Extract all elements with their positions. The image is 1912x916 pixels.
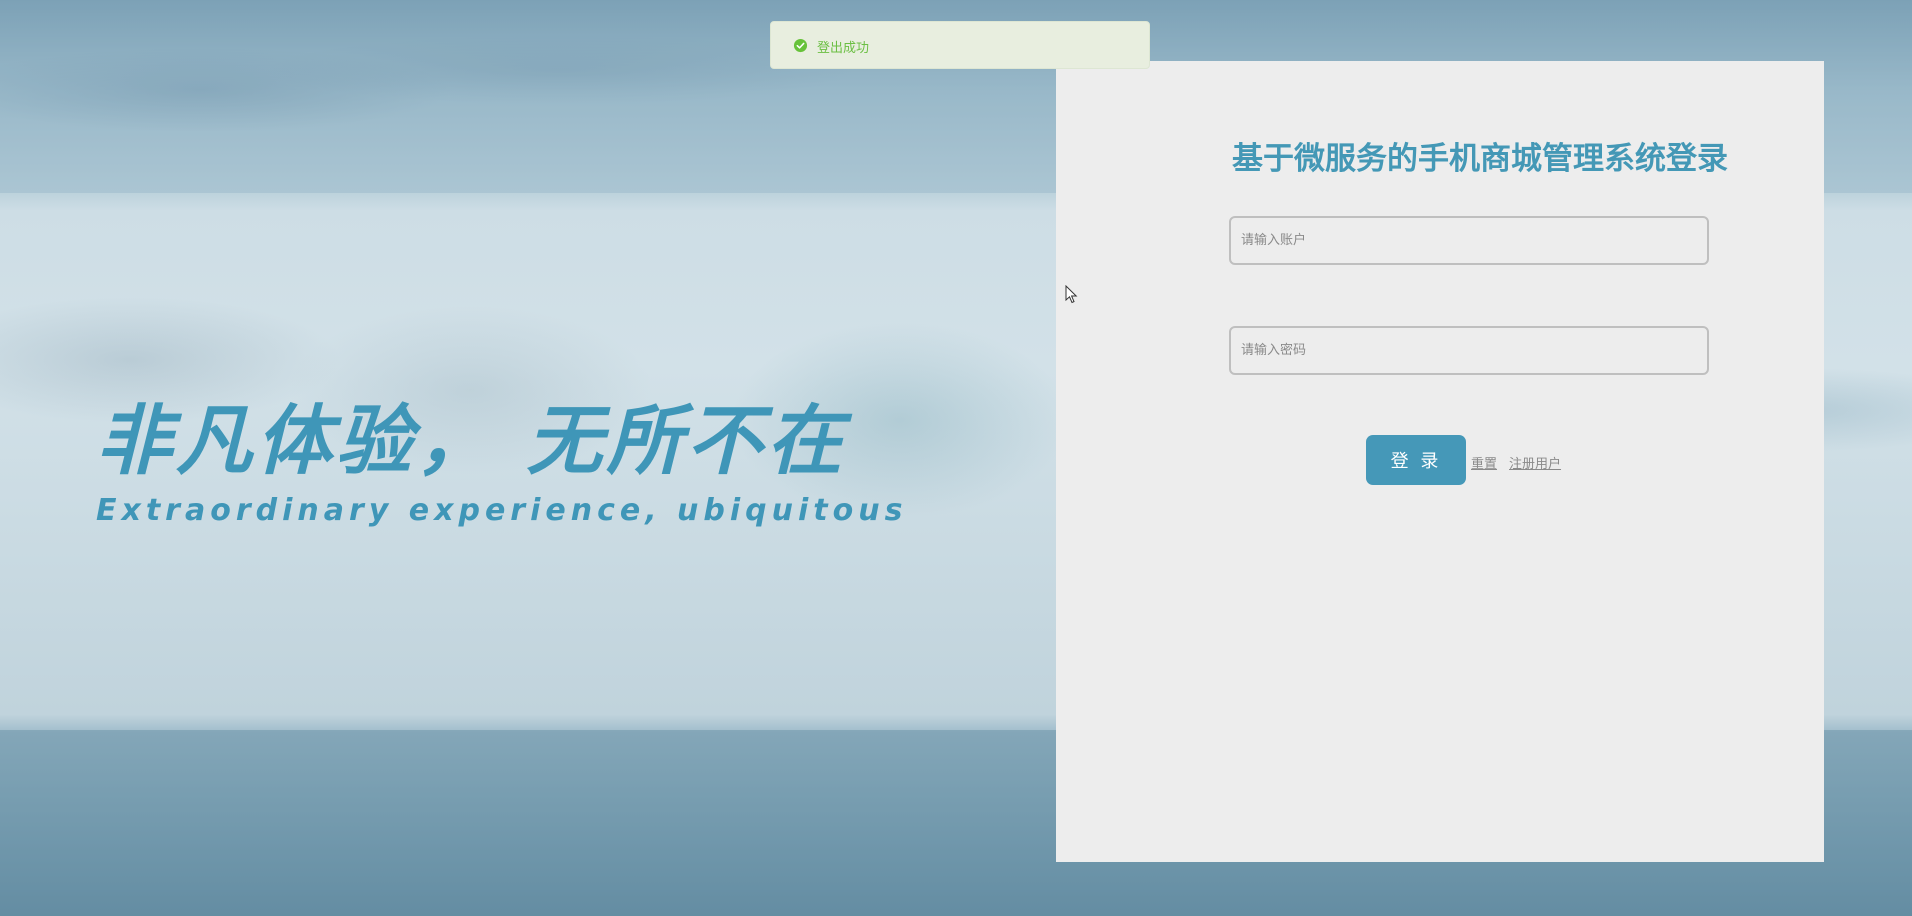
login-title: 基于微服务的手机商城管理系统登录 — [1232, 141, 1728, 177]
register-link[interactable]: 注册用户 — [1509, 453, 1561, 472]
password-input[interactable] — [1229, 326, 1709, 375]
account-input[interactable] — [1229, 216, 1709, 265]
mouse-cursor-icon — [1065, 285, 1078, 304]
login-button[interactable]: 登 录 — [1366, 435, 1466, 485]
toast-text: 登出成功 — [817, 41, 870, 56]
reset-link[interactable]: 重置 — [1471, 453, 1497, 472]
hero-slogan: 非凡体验， 无所不在 Extraordinary experience, ubi… — [96, 393, 956, 531]
check-circle-icon — [793, 38, 808, 53]
login-panel: 基于微服务的手机商城管理系统登录 账号: 密码: 登 录 重置 注册用户 — [1056, 61, 1824, 862]
toast-message: 登出成功 — [770, 21, 1150, 69]
slogan-english: Extraordinary experience, ubiquitous — [96, 493, 908, 528]
slogan-chinese: 非凡体验， 无所不在 — [96, 396, 847, 485]
